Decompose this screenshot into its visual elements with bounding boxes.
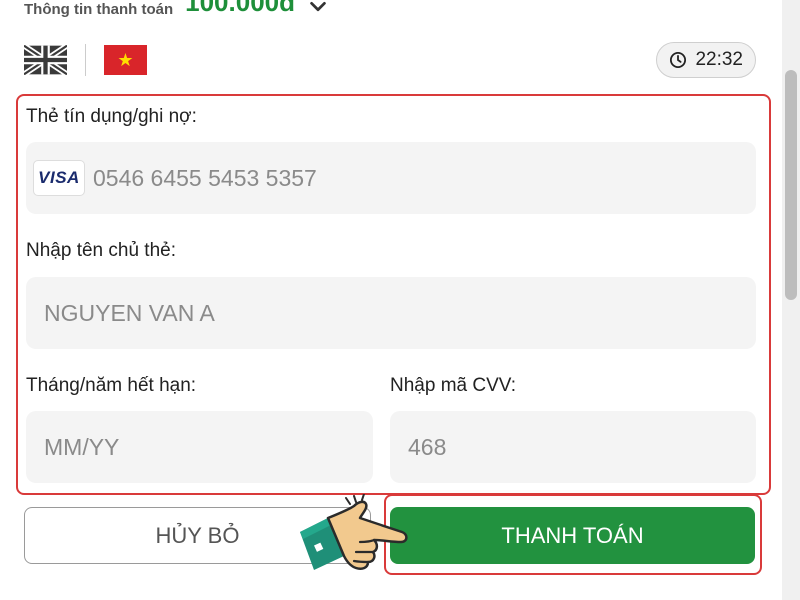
- cvv-value: 468: [408, 433, 447, 460]
- payment-amount: 100.000đ: [185, 0, 296, 17]
- payment-summary-label: Thông tin thanh toán: [24, 1, 174, 18]
- pointing-hand-icon: [300, 494, 408, 570]
- uk-flag-icon[interactable]: [24, 45, 67, 75]
- cardholder-name-label: Nhập tên chủ thẻ:: [26, 240, 176, 261]
- chevron-down-icon[interactable]: [307, 0, 329, 18]
- card-number-value: 0546 6455 5453 5357: [93, 164, 317, 191]
- payment-summary[interactable]: Thông tin thanh toán 100.000đ: [24, 0, 329, 18]
- vietnam-flag-icon[interactable]: ★: [104, 45, 147, 75]
- countdown-timer: 22:32: [656, 42, 756, 78]
- card-details-form: Thẻ tín dụng/ghi nợ: VISA 0546 6455 5453…: [16, 94, 771, 495]
- pay-button[interactable]: THANH TOÁN: [390, 507, 755, 564]
- cardholder-name-input[interactable]: NGUYEN VAN A: [26, 277, 756, 349]
- timer-value: 22:32: [695, 49, 743, 70]
- language-row: ★ 22:32: [24, 42, 756, 78]
- flag-divider: [85, 44, 86, 76]
- clock-icon: [670, 51, 687, 69]
- scrollbar-thumb[interactable]: [785, 70, 797, 300]
- expiry-placeholder: MM/YY: [44, 433, 120, 460]
- cvv-label: Nhập mã CVV:: [390, 375, 517, 396]
- expiry-label: Tháng/năm hết hạn:: [26, 375, 197, 396]
- visa-icon: VISA: [33, 160, 85, 196]
- card-number-label: Thẻ tín dụng/ghi nợ:: [26, 106, 197, 127]
- cardholder-name-value: NGUYEN VAN A: [44, 299, 215, 326]
- card-number-input[interactable]: VISA 0546 6455 5453 5357: [26, 142, 756, 214]
- cvv-input[interactable]: 468: [390, 411, 756, 483]
- expiry-input[interactable]: MM/YY: [26, 411, 373, 483]
- page-scrollbar[interactable]: [782, 0, 800, 600]
